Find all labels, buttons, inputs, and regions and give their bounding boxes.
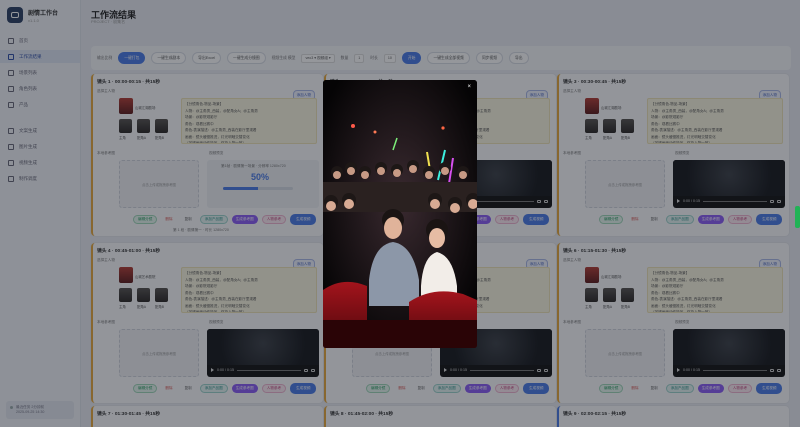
- cinema-audience-image: [323, 80, 477, 348]
- side-floating-tab[interactable]: [795, 206, 800, 228]
- close-icon[interactable]: ×: [467, 84, 471, 90]
- video-preview-modal: ×: [323, 80, 477, 348]
